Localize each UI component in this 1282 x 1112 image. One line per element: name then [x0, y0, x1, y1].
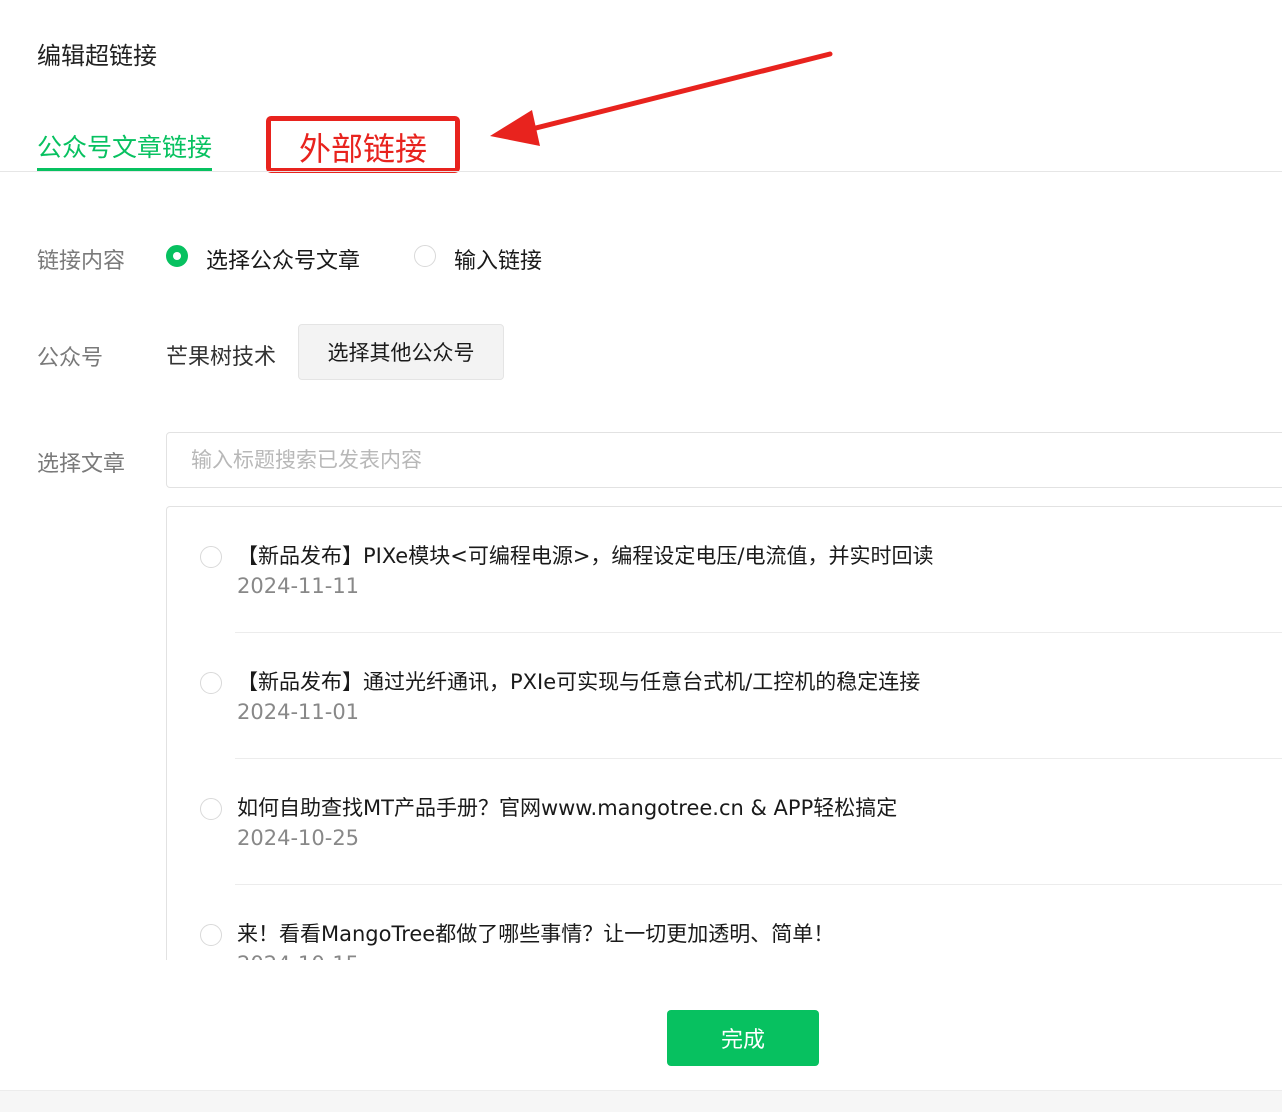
annotation-arrow-icon: [490, 51, 833, 146]
dialog-footer-strip: [0, 1090, 1282, 1112]
tabs-divider: [0, 171, 1282, 172]
radio-select-article-label[interactable]: 选择公众号文章: [206, 243, 360, 275]
radio-input-link[interactable]: [414, 245, 436, 267]
article-date: 2024-11-01: [237, 700, 360, 724]
select-article-label: 选择文章: [37, 452, 126, 477]
article-list-item[interactable]: 【新品发布】PIXe模块<可编程电源>，编程设定电压/电流值，并实时回读 202…: [167, 507, 1282, 633]
article-radio[interactable]: [200, 546, 222, 568]
tab-official-account-article-link[interactable]: 公众号文章链接: [37, 128, 212, 164]
article-radio[interactable]: [200, 798, 222, 820]
article-title: 【新品发布】PIXe模块<可编程电源>，编程设定电压/电流值，并实时回读: [237, 544, 934, 568]
choose-other-account-button[interactable]: 选择其他公众号: [298, 324, 504, 380]
radio-input-link-label[interactable]: 输入链接: [454, 243, 542, 275]
article-search-input[interactable]: [166, 432, 1282, 488]
annotation-highlight-box: [266, 116, 460, 173]
article-date: 2024-10-25: [237, 826, 360, 850]
article-list-item[interactable]: 来！看看MangoTree都做了哪些事情？让一切更加透明、简单！ 2024-10…: [167, 885, 1282, 960]
link-content-label: 链接内容: [37, 249, 126, 274]
account-label: 公众号: [37, 346, 104, 371]
done-button[interactable]: 完成: [667, 1010, 819, 1066]
article-list-item[interactable]: 【新品发布】通过光纤通讯，PXIe可实现与任意台式机/工控机的稳定连接 2024…: [167, 633, 1282, 759]
article-title: 如何自助查找MT产品手册？官网www.mangotree.cn & APP轻松搞…: [237, 796, 898, 820]
dialog-title: 编辑超链接: [37, 42, 157, 70]
radio-select-article[interactable]: [166, 245, 188, 267]
article-list-item[interactable]: 如何自助查找MT产品手册？官网www.mangotree.cn & APP轻松搞…: [167, 759, 1282, 885]
article-title: 来！看看MangoTree都做了哪些事情？让一切更加透明、简单！: [237, 922, 835, 946]
article-title: 【新品发布】通过光纤通讯，PXIe可实现与任意台式机/工控机的稳定连接: [237, 670, 921, 694]
article-list: 【新品发布】PIXe模块<可编程电源>，编程设定电压/电流值，并实时回读 202…: [166, 506, 1282, 960]
article-radio[interactable]: [200, 924, 222, 946]
article-date: 2024-11-11: [237, 574, 360, 598]
article-date: 2024-10-15: [237, 952, 359, 960]
article-radio[interactable]: [200, 672, 222, 694]
account-name: 芒果树技术: [166, 345, 277, 370]
